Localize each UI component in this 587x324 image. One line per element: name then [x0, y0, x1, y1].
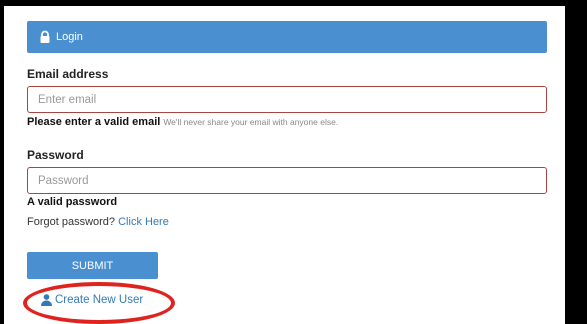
email-field[interactable] [27, 86, 547, 113]
login-panel-header: Login [27, 21, 547, 53]
window-border [565, 6, 587, 324]
login-title: Login [56, 31, 83, 43]
lock-icon [40, 30, 50, 43]
forgot-password: Forgot password? Click Here [27, 216, 169, 228]
password-error-text: A valid password [27, 196, 118, 208]
password-label: Password [27, 148, 84, 162]
user-icon [41, 294, 52, 306]
email-help-text: We'll never share your email with anyone… [163, 117, 339, 127]
create-new-user-label: Create New User [55, 294, 144, 306]
submit-button[interactable]: SUBMIT [27, 252, 158, 279]
email-error-text: Please enter a valid email [27, 116, 161, 128]
password-field[interactable] [27, 167, 547, 194]
email-label: Email address [27, 67, 109, 81]
forgot-password-link[interactable]: Click Here [118, 216, 169, 228]
create-new-user-link[interactable]: Create New User [41, 294, 143, 306]
email-validation: Please enter a valid email We'll never sh… [27, 116, 338, 128]
forgot-password-text: Forgot password? [27, 216, 116, 228]
